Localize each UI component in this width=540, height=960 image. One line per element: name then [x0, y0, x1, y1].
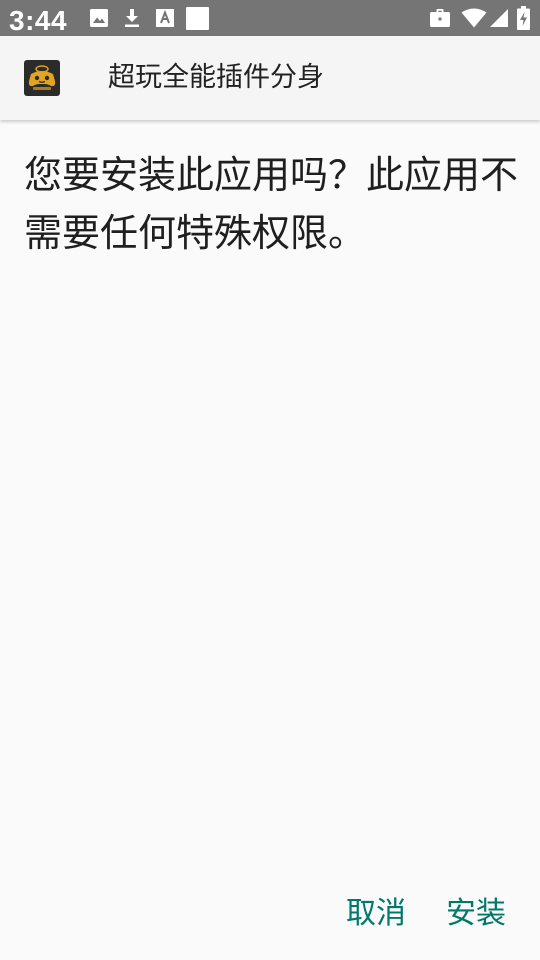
app-bar: 超玩全能插件分身 — [0, 36, 540, 120]
blank-square-icon — [186, 7, 209, 30]
install-message: 您要安装此应用吗？此应用不需要任何特殊权限。 — [24, 153, 519, 255]
text-a-icon — [156, 9, 174, 27]
image-icon — [90, 9, 108, 27]
status-time: 3:44 — [9, 5, 68, 36]
briefcase-icon — [430, 9, 450, 27]
wifi-icon — [461, 8, 487, 28]
install-button[interactable]: 安装 — [446, 886, 506, 942]
battery-charging-icon — [517, 6, 530, 30]
cell-signal-icon — [490, 9, 508, 27]
app-title: 超玩全能插件分身 — [108, 62, 324, 93]
cancel-button[interactable]: 取消 — [346, 886, 406, 942]
status-bar: 3:44 — [0, 0, 540, 36]
download-icon — [125, 9, 139, 27]
app-logo-icon — [24, 60, 60, 96]
